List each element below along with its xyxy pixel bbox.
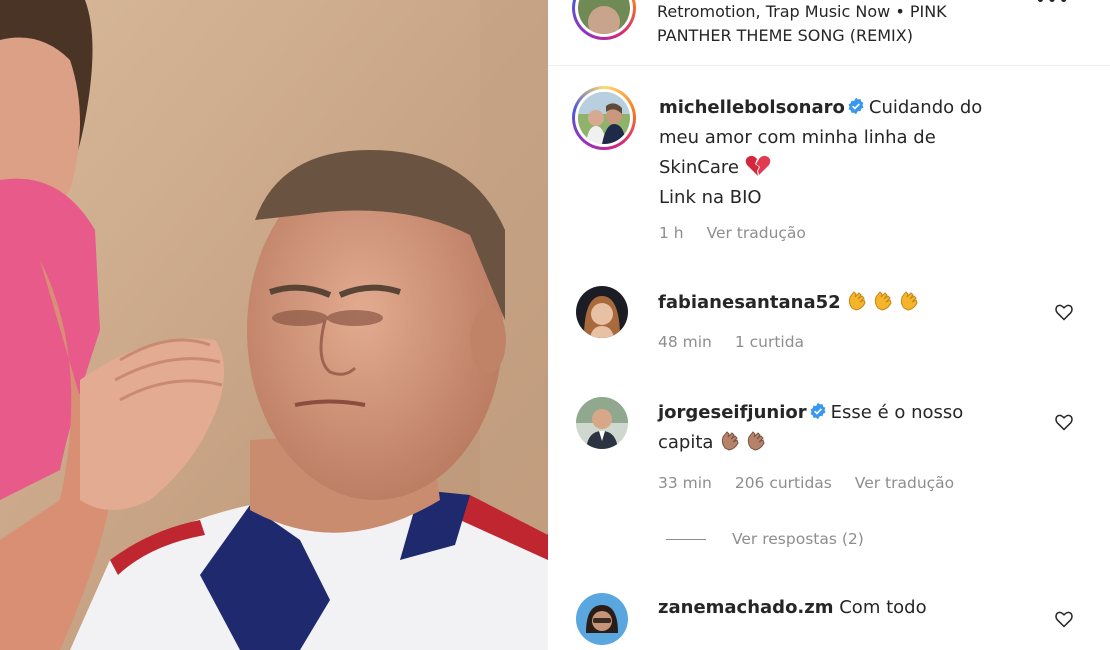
author-photo: [578, 92, 630, 144]
replies-divider: [666, 538, 706, 540]
audio-info[interactable]: Retromotion, Trap Music Now • PINK PANTH…: [657, 0, 947, 48]
commenter-avatar[interactable]: [576, 397, 628, 449]
comment-item: fabianesantana52 48 min 1 curtida: [548, 286, 1110, 366]
comment-text: fabianesantana52: [658, 288, 1048, 318]
like-heart-icon[interactable]: [1054, 609, 1074, 629]
comment-time[interactable]: 48 min: [658, 333, 712, 351]
like-heart-icon[interactable]: [1054, 302, 1074, 322]
caption-time[interactable]: 1 h: [659, 224, 684, 242]
clapping-hands-icon: [875, 291, 892, 311]
view-replies-label[interactable]: Ver respostas (2): [732, 530, 864, 548]
broken-heart-emoji-icon: [745, 155, 770, 176]
comment-text: zanemachado.zm Com todo: [658, 593, 1048, 623]
header-avatar[interactable]: [572, 0, 636, 40]
comment-item: zanemachado.zm Com todo: [548, 593, 1110, 650]
caption-line-2: meu amor com minha linha de: [659, 127, 936, 148]
comment-likes[interactable]: 206 curtidas: [735, 474, 832, 492]
comment-likes[interactable]: 1 curtida: [735, 333, 804, 351]
comment-time[interactable]: 33 min: [658, 474, 712, 492]
comment-meta: 33 min 206 curtidas Ver tradução: [658, 474, 972, 492]
verified-badge-icon: [810, 402, 826, 420]
caption-text: michellebolsonaro Cuidando do meu amor co…: [659, 93, 1059, 213]
commenter-avatar[interactable]: [576, 286, 628, 338]
clapping-hands-emoji: [846, 291, 924, 313]
caption-meta: 1 h Ver tradução: [659, 224, 824, 242]
comment-line-1: Esse é o nosso: [830, 402, 964, 423]
caption-username[interactable]: michellebolsonaro: [659, 97, 845, 118]
comment-username[interactable]: fabianesantana52: [658, 292, 841, 313]
post-media[interactable]: [0, 0, 548, 650]
clapping-hands-icon: [748, 431, 765, 451]
verified-badge-icon: [848, 97, 864, 115]
like-heart-icon[interactable]: [1054, 412, 1074, 432]
caption-translate-link[interactable]: Ver tradução: [707, 224, 806, 242]
audio-header: Retromotion, Trap Music Now • PINK PANTH…: [548, 0, 1110, 66]
clapping-hands-icon: [901, 291, 918, 311]
comment-translate-link[interactable]: Ver tradução: [855, 474, 954, 492]
comment-username[interactable]: zanemachado.zm: [658, 597, 834, 618]
comment-line-2: capita: [658, 432, 714, 453]
comment-text: jorgeseifjunior Esse é o nosso capita: [658, 398, 1048, 458]
caption-line-3: SkinCare: [659, 157, 739, 178]
view-replies[interactable]: Ver respostas (2): [666, 530, 864, 548]
commenter-avatar[interactable]: [576, 593, 628, 645]
clapping-hands-icon: [849, 291, 866, 311]
comment-item: jorgeseifjunior Esse é o nosso capita 33 …: [548, 397, 1110, 507]
clapping-hands-icon: [722, 431, 739, 451]
comment-username[interactable]: jorgeseifjunior: [658, 402, 807, 423]
comment-line-1: Com todo: [839, 597, 927, 618]
caption-line-4: Link na BIO: [659, 187, 762, 208]
author-avatar[interactable]: [572, 86, 636, 150]
caption-line-1: Cuidando do: [868, 97, 983, 118]
post-video-frame: [0, 0, 548, 650]
comment-meta: 48 min 1 curtida: [658, 333, 822, 351]
more-dots-icon[interactable]: •••: [1035, 0, 1070, 11]
comments-panel: Retromotion, Trap Music Now • PINK PANTH…: [548, 0, 1110, 650]
audio-line-1: Retromotion, Trap Music Now • PINK: [657, 2, 947, 21]
audio-line-2: PANTHER THEME SONG (REMIX): [657, 26, 913, 45]
